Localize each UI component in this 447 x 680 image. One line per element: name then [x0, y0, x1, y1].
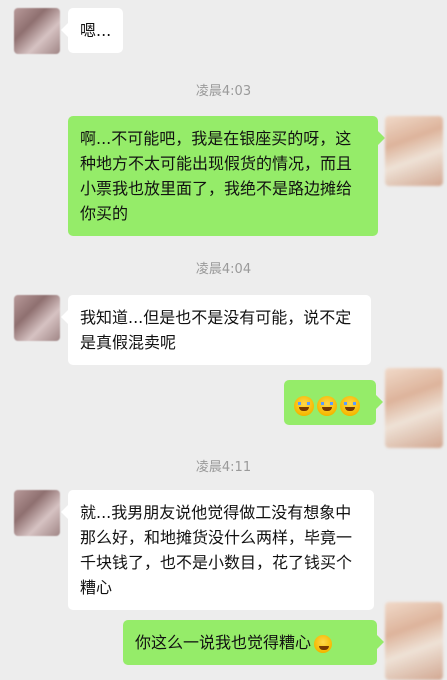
crying-emoji-icon — [317, 395, 337, 416]
avatar[interactable] — [14, 8, 60, 54]
avatar[interactable] — [385, 602, 443, 680]
crying-emoji-icon — [294, 395, 314, 416]
message-bubble-received[interactable]: 就...我男朋友说他觉得做工没有想象中那么好，和地摊货没什么两样，毕竟一千块钱了… — [61, 490, 374, 610]
avatar[interactable] — [385, 368, 443, 448]
message-text: 嗯... — [80, 21, 112, 40]
avatar[interactable] — [14, 295, 60, 341]
message-text: 就...我男朋友说他觉得做工没有想象中那么好，和地摊货没什么两样，毕竟一千块钱了… — [80, 503, 353, 597]
message-text: 你这么一说我也觉得糟心 — [135, 633, 312, 652]
awkward-emoji-icon — [314, 634, 333, 653]
message-bubble-sent[interactable]: 你这么一说我也觉得糟心 — [123, 620, 384, 665]
message-bubble-received[interactable]: 我知道...但是也不是没有可能，说不定是真假混卖呢 — [61, 295, 371, 365]
message-bubble-sent[interactable] — [284, 380, 383, 425]
message-text: 我知道...但是也不是没有可能，说不定是真假混卖呢 — [80, 308, 352, 352]
timestamp: 凌晨4:11 — [195, 460, 252, 475]
timestamp: 凌晨4:04 — [195, 262, 252, 277]
avatar[interactable] — [14, 490, 60, 536]
message-bubble-received[interactable]: 嗯... — [60, 8, 124, 53]
message-text: 啊...不可能吧，我是在银座买的呀，这种地方不太可能出现假货的情况，而且小票我也… — [80, 129, 353, 223]
timestamp: 凌晨4:03 — [195, 84, 252, 99]
message-bubble-sent[interactable]: 啊...不可能吧，我是在银座买的呀，这种地方不太可能出现假货的情况，而且小票我也… — [68, 116, 385, 236]
crying-emoji-icon — [340, 395, 360, 416]
avatar[interactable] — [385, 116, 443, 186]
